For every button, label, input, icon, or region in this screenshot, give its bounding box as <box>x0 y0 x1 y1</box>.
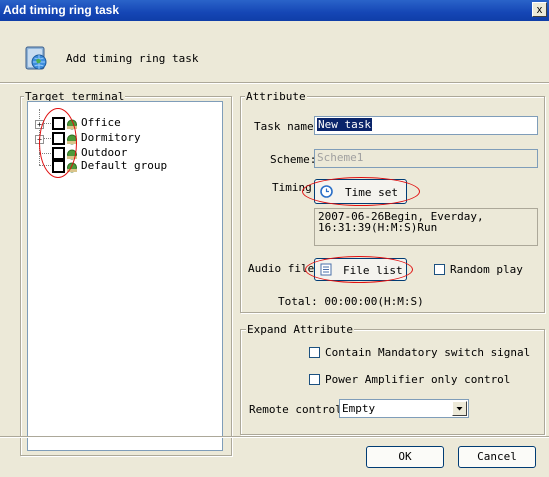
tree-line <box>39 153 51 154</box>
terminal-group-icon <box>67 134 77 145</box>
header-separator <box>0 82 549 84</box>
tree-item-label: Outdoor <box>81 146 128 159</box>
scheme-label: Scheme: <box>270 153 317 166</box>
random-play-checkbox[interactable] <box>434 264 445 275</box>
time-set-button[interactable]: Time set <box>314 179 407 204</box>
scheme-value: Scheme1 <box>317 151 364 164</box>
timing-label: Timing: <box>272 181 319 194</box>
total-duration: Total: 00:00:00(H:M:S) <box>278 295 424 308</box>
task-name-input[interactable]: New task <box>314 116 538 135</box>
random-play-label: Random play <box>450 263 523 276</box>
speaker-globe-icon <box>25 46 47 70</box>
expand-attribute-legend: Expand Attribute <box>246 323 354 336</box>
cancel-button[interactable]: Cancel <box>458 446 536 468</box>
time-set-label: Time set <box>345 186 398 199</box>
tree-checkbox[interactable] <box>52 160 65 173</box>
tree-checkbox[interactable] <box>52 132 65 145</box>
expand-icon[interactable]: + <box>35 120 44 129</box>
power-amplifier-label: Power Amplifier only control <box>325 373 511 386</box>
power-amplifier-checkbox[interactable] <box>309 374 320 385</box>
task-name-label: Task name: <box>254 120 321 133</box>
tree-line <box>39 165 51 166</box>
dropdown-arrow-icon[interactable] <box>452 401 467 416</box>
title-bar: Add timing ring task x <box>0 0 549 21</box>
terminal-group-icon <box>67 149 77 160</box>
remote-control-value: Empty <box>342 402 376 415</box>
attribute-legend: Attribute <box>245 90 307 103</box>
expand-icon[interactable]: + <box>35 135 44 144</box>
tree-checkbox[interactable] <box>52 147 65 160</box>
timing-info-line2: 16:31:39(H:M:S)Run <box>318 221 438 234</box>
close-button[interactable]: x <box>532 2 547 17</box>
contain-mandatory-checkbox[interactable] <box>309 347 320 358</box>
file-list-icon <box>320 263 332 276</box>
remote-control-label: Remote control: <box>249 403 349 416</box>
header-text: Add timing ring task <box>66 52 199 65</box>
terminal-tree[interactable]: + Office + Dormitory Outdoor Default gro… <box>27 101 223 451</box>
file-list-button[interactable]: File list <box>314 258 407 281</box>
remote-control-select[interactable]: Empty <box>339 399 469 418</box>
contain-mandatory-label: Contain Mandatory switch signal <box>325 346 531 359</box>
tree-item-label: Office <box>81 116 121 129</box>
file-list-label: File list <box>343 264 403 277</box>
footer-separator <box>0 436 549 438</box>
task-name-value: New task <box>317 118 372 131</box>
tree-item-label: Default group <box>81 159 168 172</box>
scheme-input: Scheme1 <box>314 149 538 168</box>
terminal-group-icon <box>67 162 77 173</box>
terminal-group-icon <box>67 119 77 130</box>
tree-item-label: Dormitory <box>81 131 141 144</box>
ok-button[interactable]: OK <box>366 446 444 468</box>
clock-icon <box>320 185 333 198</box>
window-title: Add timing ring task <box>3 3 120 17</box>
tree-checkbox[interactable] <box>52 117 65 130</box>
timing-info: 2007-06-26Begin, Everday, 16:31:39(H:M:S… <box>314 208 538 246</box>
audio-file-label: Audio file: <box>248 262 321 275</box>
